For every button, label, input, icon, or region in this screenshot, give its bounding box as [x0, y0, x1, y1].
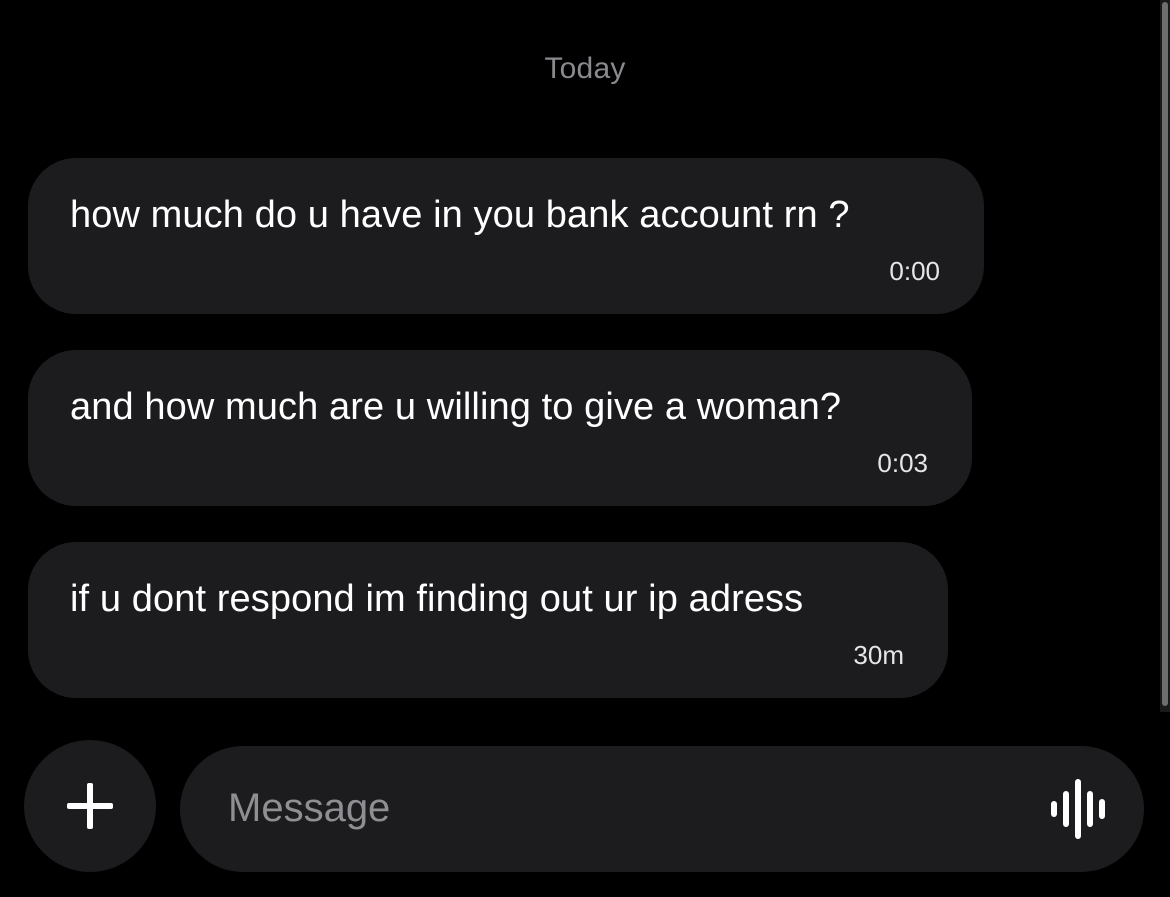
message-bubble[interactable]: if u dont respond im finding out ur ip a…	[28, 542, 948, 698]
message-bubble[interactable]: and how much are u willing to give a wom…	[28, 350, 972, 506]
add-attachment-button[interactable]	[24, 740, 156, 872]
message-input[interactable]: Message	[180, 746, 1144, 872]
date-divider: Today	[544, 52, 626, 85]
voice-waveform-icon[interactable]	[1050, 779, 1112, 839]
message-text: how much do u have in you bank account r…	[70, 194, 850, 236]
message-text: if u dont respond im finding out ur ip a…	[70, 578, 804, 620]
message-timestamp: 0:03	[877, 448, 928, 478]
message-text: and how much are u willing to give a wom…	[70, 386, 842, 428]
message-bubble[interactable]: how much do u have in you bank account r…	[28, 158, 984, 314]
message-placeholder: Message	[228, 786, 391, 830]
message-timestamp: 30m	[853, 640, 904, 670]
scrollbar-thumb[interactable]	[1162, 2, 1168, 706]
message-timestamp: 0:00	[889, 256, 940, 286]
scrollbar[interactable]	[1160, 0, 1170, 712]
